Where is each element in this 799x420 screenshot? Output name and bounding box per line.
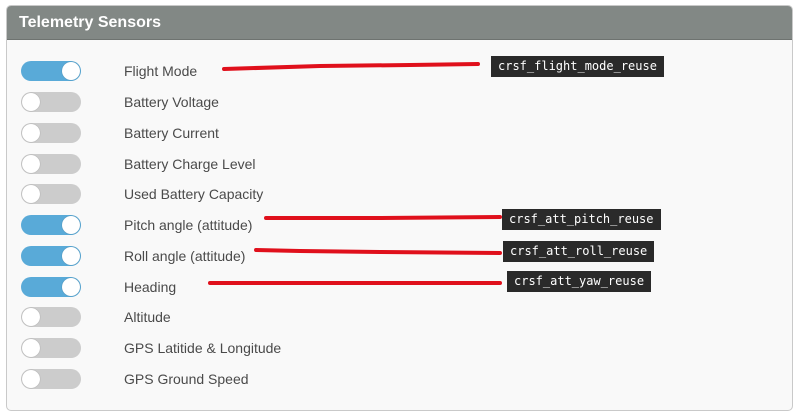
sensor-label: Roll angle (attitude) [124,248,246,264]
roll-angle-toggle[interactable] [21,246,81,266]
sensor-row-battery-current: Battery Current [7,121,792,145]
battery-voltage-toggle[interactable] [21,92,81,112]
sensor-label: GPS Latitide & Longitude [124,340,282,356]
sensor-label: Pitch angle (attitude) [124,217,253,233]
code-tag-roll: crsf_att_roll_reuse [503,241,655,262]
code-tag-flight-mode: crsf_flight_mode_reuse [491,56,664,77]
toggle-knob [22,185,40,203]
battery-current-toggle[interactable] [21,123,81,143]
toggle-knob [62,278,80,296]
telemetry-sensors-panel: Telemetry Sensors Flight Mode Battery Vo… [6,5,793,411]
sensor-row-battery-voltage: Battery Voltage [7,90,792,114]
heading-toggle[interactable] [21,277,81,297]
sensor-row-gps-ground-speed: GPS Ground Speed [7,367,792,391]
sensor-row-roll-angle: Roll angle (attitude) [7,244,792,268]
sensor-label: Altitude [124,309,171,325]
sensor-row-pitch-angle: Pitch angle (attitude) [7,213,792,237]
sensor-label: Heading [124,279,177,295]
sensor-label: Battery Charge Level [124,156,256,172]
panel-title: Telemetry Sensors [19,14,161,31]
flight-mode-toggle[interactable] [21,61,81,81]
toggle-knob [62,216,80,234]
toggle-knob [22,124,40,142]
sensor-label: GPS Ground Speed [124,371,249,387]
sensor-label: Battery Current [124,125,219,141]
pitch-angle-toggle[interactable] [21,215,81,235]
toggle-knob [22,370,40,388]
sensor-row-battery-charge-level: Battery Charge Level [7,152,792,176]
battery-charge-level-toggle[interactable] [21,154,81,174]
code-tag-heading: crsf_att_yaw_reuse [507,271,652,292]
panel-header: Telemetry Sensors [7,6,792,40]
code-tag-pitch: crsf_att_pitch_reuse [502,209,661,230]
gps-ground-speed-toggle[interactable] [21,369,81,389]
sensor-label: Used Battery Capacity [124,186,264,202]
used-battery-capacity-toggle[interactable] [21,184,81,204]
toggle-knob [22,308,40,326]
toggle-knob [22,93,40,111]
sensor-label: Flight Mode [124,63,198,79]
altitude-toggle[interactable] [21,307,81,327]
toggle-knob [62,62,80,80]
sensor-row-flight-mode: Flight Mode [7,59,792,83]
gps-lat-long-toggle[interactable] [21,338,81,358]
toggle-knob [62,247,80,265]
sensor-row-gps-lat-long: GPS Latitide & Longitude [7,336,792,360]
sensor-row-used-battery-capacity: Used Battery Capacity [7,182,792,206]
toggle-knob [22,339,40,357]
sensor-label: Battery Voltage [124,94,219,110]
toggle-knob [22,155,40,173]
sensor-row-altitude: Altitude [7,305,792,329]
sensor-row-heading: Heading [7,275,792,299]
